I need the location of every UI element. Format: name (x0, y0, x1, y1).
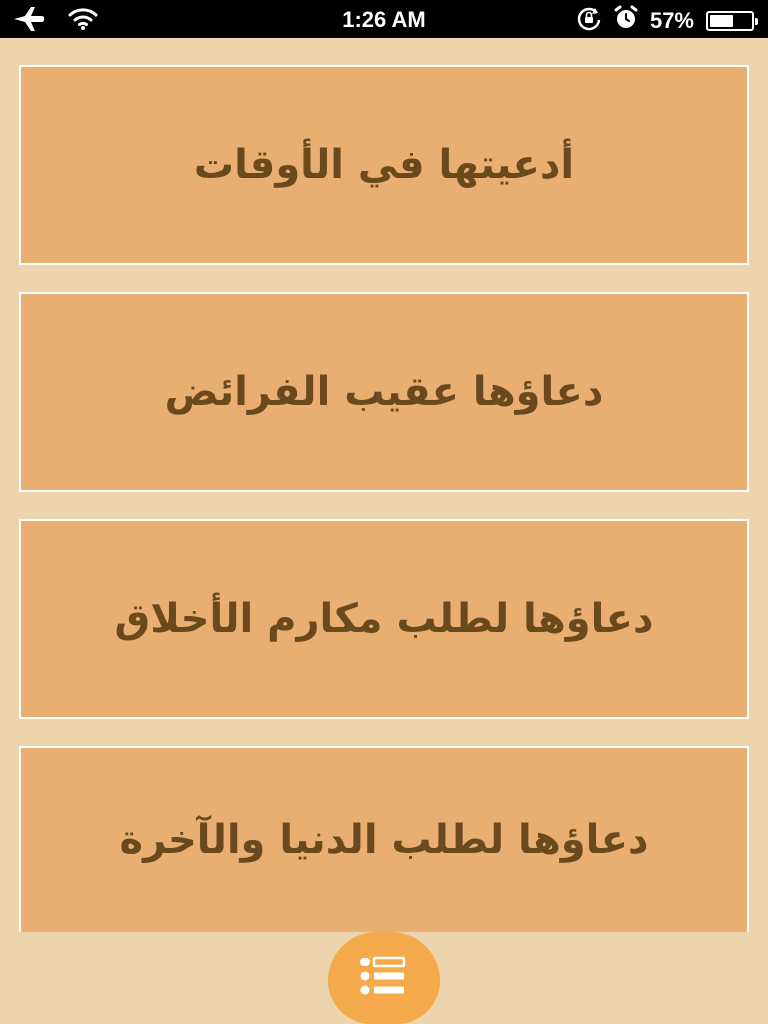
battery-icon (706, 11, 758, 31)
menu-item-supplication-after-obligatory-prayers[interactable]: دعاؤها عقيب الفرائض (19, 292, 749, 492)
battery-level-fill (710, 15, 733, 27)
status-bar-right: 57% (576, 5, 758, 37)
menu-item-prayers-in-times[interactable]: أدعيتها في الأوقات (19, 65, 749, 265)
menu-list: أدعيتها في الأوقات دعاؤها عقيب الفرائض د… (19, 65, 749, 959)
status-bar: 1:26 AM 57% (0, 0, 768, 38)
menu-list-button[interactable] (328, 932, 440, 1024)
menu-item-label: دعاؤها عقيب الفرائض (164, 369, 604, 415)
rotation-lock-icon (576, 5, 602, 37)
menu-item-label: أدعيتها في الأوقات (193, 142, 575, 188)
menu-item-label: دعاؤها لطلب الدنيا والآخرة (119, 817, 649, 863)
menu-item-supplication-for-noble-morals[interactable]: دعاؤها لطلب مكارم الأخلاق (19, 519, 749, 719)
menu-item-supplication-for-world-and-hereafter[interactable]: دعاؤها لطلب الدنيا والآخرة (19, 746, 749, 932)
menu-item-label: دعاؤها لطلب مكارم الأخلاق (114, 596, 654, 642)
alarm-icon (614, 5, 638, 37)
list-icon (358, 954, 410, 1002)
battery-percent: 57% (649, 8, 694, 33)
